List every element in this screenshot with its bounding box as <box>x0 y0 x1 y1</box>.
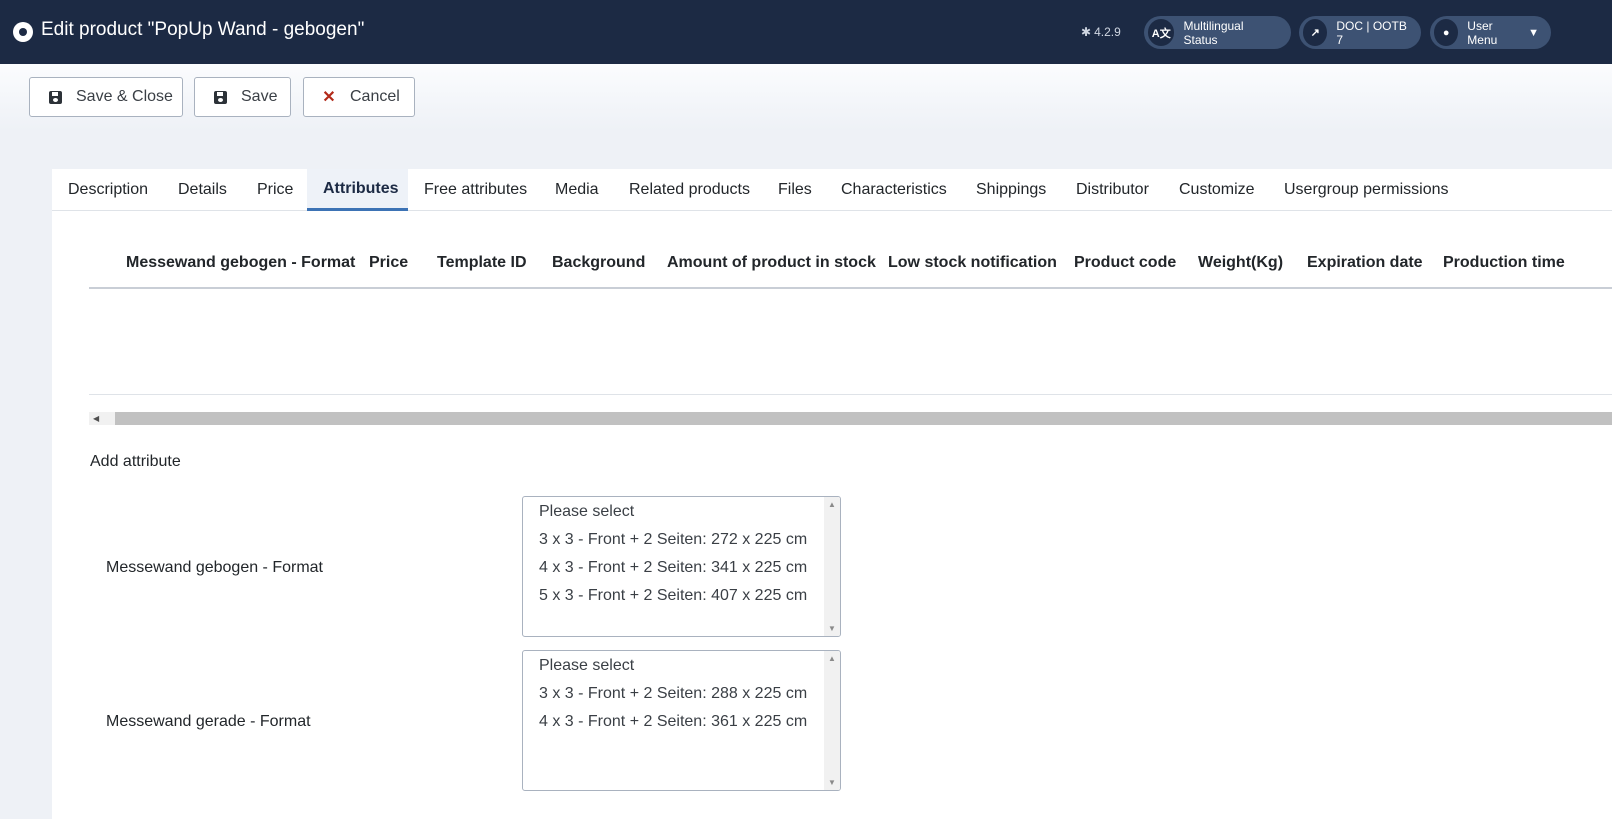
tab-files[interactable]: Files <box>762 169 828 211</box>
select-option[interactable]: 5 x 3 - Front + 2 Seiten: 407 x 225 cm <box>539 587 807 605</box>
select-option[interactable]: 3 x 3 - Front + 2 Seiten: 272 x 225 cm <box>539 531 807 549</box>
external-link-icon: ↗ <box>1303 19 1328 46</box>
tab-description[interactable]: Description <box>52 169 164 211</box>
column-header: Amount of product in stock <box>667 254 876 271</box>
cancel-label: Cancel <box>350 88 400 105</box>
doc-site-label: DOC | OOTB 7 <box>1336 18 1407 47</box>
column-header: Background <box>552 254 646 271</box>
vertical-scrollbar[interactable]: ▲ ▼ <box>824 497 840 636</box>
tab-price[interactable]: Price <box>241 169 309 211</box>
cancel-button[interactable]: ✕ Cancel <box>303 77 415 117</box>
chevron-down-icon: ▼ <box>1528 26 1539 39</box>
tab-usergroup-permissions[interactable]: Usergroup permissions <box>1268 169 1465 211</box>
joomla-logo-icon[interactable] <box>13 22 33 42</box>
horizontal-scrollbar[interactable]: ◀ <box>89 412 1612 425</box>
attribute-label: Messewand gebogen - Format <box>106 559 323 576</box>
select-option[interactable]: Please select <box>539 503 634 521</box>
column-header: Expiration date <box>1307 254 1423 271</box>
vertical-scrollbar[interactable]: ▲ ▼ <box>824 651 840 790</box>
tab-attributes[interactable]: Attributes <box>307 169 408 211</box>
joomla-version-icon: ✱ <box>1081 25 1092 39</box>
select-option[interactable]: 3 x 3 - Front + 2 Seiten: 288 x 225 cm <box>539 685 807 703</box>
tab-bar: Description Details Price Attributes Fre… <box>52 169 1612 211</box>
save-button[interactable]: Save <box>194 77 291 117</box>
tab-characteristics[interactable]: Characteristics <box>825 169 963 211</box>
version-number: 4.2.9 <box>1094 25 1121 39</box>
column-header: Low stock notification <box>888 254 1057 271</box>
select-option[interactable]: 4 x 3 - Front + 2 Seiten: 361 x 225 cm <box>539 713 807 731</box>
select-option[interactable]: 4 x 3 - Front + 2 Seiten: 341 x 225 cm <box>539 559 807 577</box>
user-menu-label: User Menu <box>1467 18 1498 47</box>
add-attribute-heading: Add attribute <box>90 453 181 470</box>
tab-details[interactable]: Details <box>162 169 243 211</box>
left-gutter <box>0 131 52 819</box>
doc-site-link[interactable]: ↗ DOC | OOTB 7 <box>1299 16 1421 49</box>
column-header: Product code <box>1074 254 1177 271</box>
user-menu-button[interactable]: ● User Menu ▼ <box>1430 16 1551 49</box>
column-header: Template ID <box>437 254 527 271</box>
save-label: Save <box>241 88 278 105</box>
attributes-table-header: Messewand gebogen - Format Price Templat… <box>89 244 1612 289</box>
edit-form-panel: Description Details Price Attributes Fre… <box>52 169 1612 819</box>
admin-header: Edit product "PopUp Wand - gebogen" ✱ 4.2… <box>0 0 1612 64</box>
save-close-button[interactable]: Save & Close <box>29 77 183 117</box>
tab-customize[interactable]: Customize <box>1163 169 1271 211</box>
tab-related-products[interactable]: Related products <box>613 169 766 211</box>
close-icon: ✕ <box>322 89 336 106</box>
multilingual-status-button[interactable]: A文 Multilingual Status <box>1144 16 1291 49</box>
save-icon <box>213 90 227 104</box>
save-icon <box>48 90 62 104</box>
scroll-left-icon[interactable]: ◀ <box>89 412 115 425</box>
attribute-select-messewand-gerade[interactable]: Please select 3 x 3 - Front + 2 Seiten: … <box>522 650 841 791</box>
tab-distributor[interactable]: Distributor <box>1060 169 1165 211</box>
column-header: Messewand gebogen - Format <box>126 254 356 271</box>
scroll-up-icon[interactable]: ▲ <box>828 654 836 663</box>
attributes-table-body <box>89 289 1612 395</box>
tab-shippings[interactable]: Shippings <box>960 169 1062 211</box>
tab-free-attributes[interactable]: Free attributes <box>408 169 543 211</box>
column-header: Production time <box>1443 254 1565 271</box>
scroll-down-icon[interactable]: ▼ <box>828 778 836 787</box>
tab-media[interactable]: Media <box>539 169 615 211</box>
language-icon: A文 <box>1148 19 1175 46</box>
scroll-up-icon[interactable]: ▲ <box>828 500 836 509</box>
column-header: Price <box>369 254 409 271</box>
attribute-select-messewand-gebogen[interactable]: Please select 3 x 3 - Front + 2 Seiten: … <box>522 496 841 637</box>
multilingual-status-label: Multilingual Status <box>1183 18 1244 47</box>
version-label: ✱ 4.2.9 <box>1081 25 1121 39</box>
save-close-label: Save & Close <box>76 88 173 105</box>
user-icon: ● <box>1434 19 1459 46</box>
select-option[interactable]: Please select <box>539 657 634 675</box>
column-header: Weight(Kg) <box>1198 254 1284 271</box>
page-title: Edit product "PopUp Wand - gebogen" <box>41 19 365 40</box>
scroll-down-icon[interactable]: ▼ <box>828 624 836 633</box>
toolbar: Save & Close Save ✕ Cancel <box>0 64 1612 131</box>
attribute-label: Messewand gerade - Format <box>106 713 311 730</box>
